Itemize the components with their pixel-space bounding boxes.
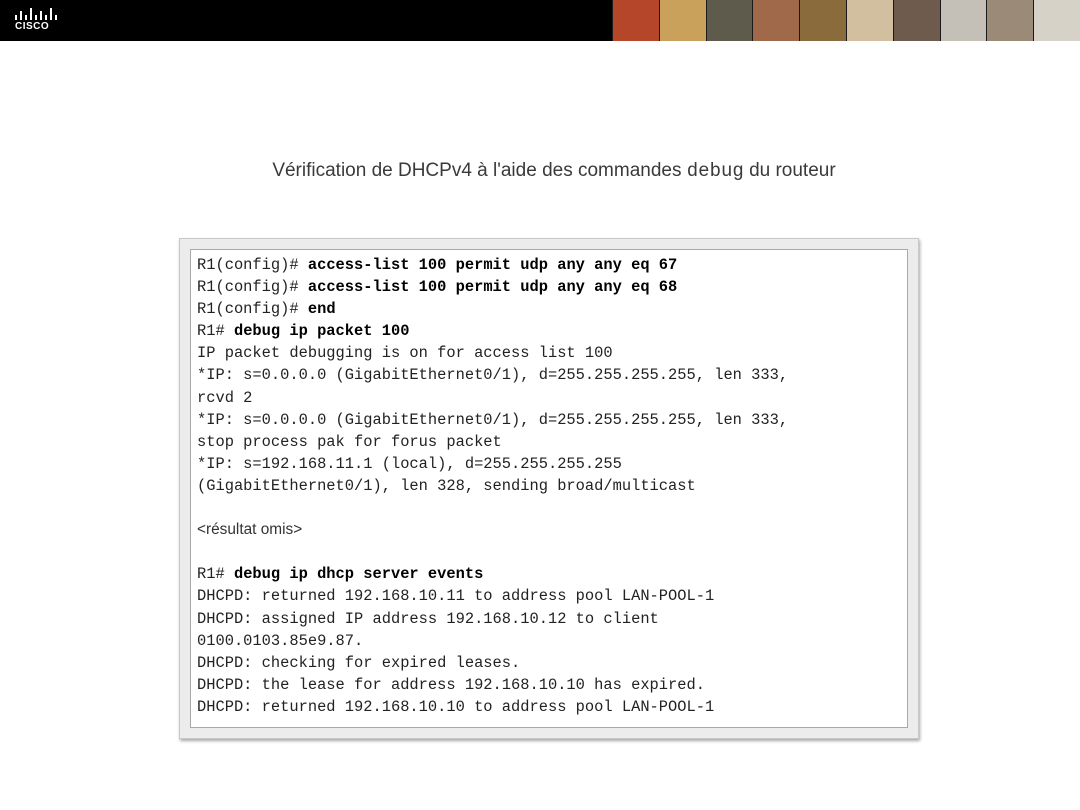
header-photo (799, 0, 846, 41)
header-photo (892, 0, 940, 41)
header-photo (612, 0, 659, 41)
cli-output: R1(config)# access-list 100 permit udp a… (197, 254, 788, 718)
cli-command: end (307, 300, 336, 319)
output-line: DHCPD: the lease for address 192.168.10.… (197, 675, 705, 694)
header-photo (705, 0, 753, 41)
output-line: DHCPD: returned 192.168.10.11 to address… (197, 587, 715, 606)
header-photo-strip (612, 0, 1080, 41)
code-panel: R1(config)# access-list 100 permit udp a… (179, 238, 919, 739)
output-line: DHCPD: returned 192.168.10.10 to address… (197, 697, 715, 716)
command-line: R1# debug ip packet 100 (197, 320, 788, 342)
output-line: *IP: s=0.0.0.0 (GigabitEthernet0/1), d=2… (197, 366, 789, 385)
header-photo (658, 0, 706, 41)
title-prefix: Vérification de DHCPv4 à l'aide des comm… (272, 160, 682, 181)
cli-command: debug ip dhcp server events (233, 565, 484, 584)
output-line: rcvd 2 (197, 388, 253, 407)
title-suffix: du routeur (749, 160, 836, 181)
output-line: *IP: s=192.168.11.1 (local), d=255.255.2… (197, 454, 622, 473)
cisco-logo: CISCO (14, 6, 62, 36)
slide-title: Vérification de DHCPv4 à l'aide des comm… (0, 160, 1080, 182)
output-line: stop process pak for forus packet (197, 432, 502, 451)
output-line: (GigabitEthernet0/1), len 328, sending b… (197, 476, 696, 495)
cli-command: debug ip packet 100 (233, 322, 410, 341)
command-line: R1(config)# access-list 100 permit udp a… (197, 254, 788, 276)
cli-prompt: R1# (197, 322, 234, 341)
output-line: DHCPD: checking for expired leases. (197, 653, 521, 672)
cli-prompt: R1(config)# (197, 278, 308, 297)
header-photo (845, 0, 893, 41)
header-photo (752, 0, 800, 41)
code-output-box: R1(config)# access-list 100 permit udp a… (190, 249, 908, 728)
header-photo (986, 0, 1034, 41)
command-line: R1(config)# access-list 100 permit udp a… (197, 276, 788, 298)
output-line: *IP: s=0.0.0.0 (GigabitEthernet0/1), d=2… (197, 410, 789, 429)
header-photo (939, 0, 987, 41)
command-line: R1# debug ip dhcp server events (197, 563, 788, 585)
output-line: IP packet debugging is on for access lis… (197, 344, 613, 363)
header-bar: CISCO (0, 0, 1080, 41)
omitted-output-note: <résultat omis> (197, 521, 303, 539)
cli-command: access-list 100 permit udp any any eq 67 (307, 256, 678, 274)
command-line: R1(config)# end (197, 298, 788, 320)
header-photo (1033, 0, 1080, 41)
cisco-bars-icon (15, 8, 57, 20)
cli-prompt: R1(config)# (197, 300, 308, 319)
title-command: debug (686, 160, 744, 182)
output-line: DHCPD: assigned IP address 192.168.10.12… (197, 609, 659, 628)
cli-command: access-list 100 permit udp any any eq 68 (307, 278, 678, 297)
cli-prompt: R1(config)# (197, 256, 308, 274)
output-line: 0100.0103.85e9.87. (197, 631, 364, 650)
cli-prompt: R1# (197, 565, 234, 584)
cisco-wordmark: CISCO (15, 21, 50, 32)
